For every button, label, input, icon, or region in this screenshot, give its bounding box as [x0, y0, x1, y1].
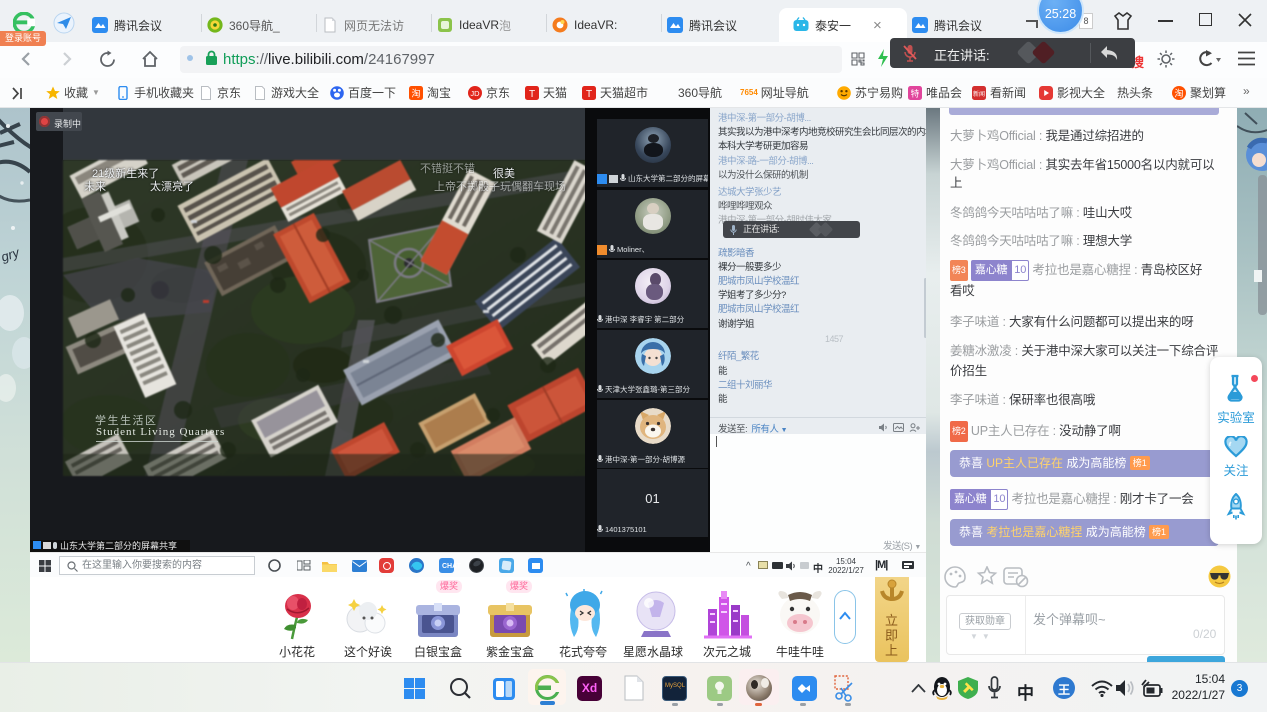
svg-text:T: T [529, 89, 535, 100]
svg-text:特: 特 [911, 88, 920, 98]
svg-text:淘: 淘 [411, 87, 420, 98]
svg-text:JD: JD [470, 89, 480, 98]
svg-text:淘: 淘 [1174, 87, 1183, 98]
svg-text:T: T [586, 89, 592, 100]
svg-text:gry: gry [0, 244, 22, 264]
svg-text:新闻: 新闻 [973, 89, 985, 97]
